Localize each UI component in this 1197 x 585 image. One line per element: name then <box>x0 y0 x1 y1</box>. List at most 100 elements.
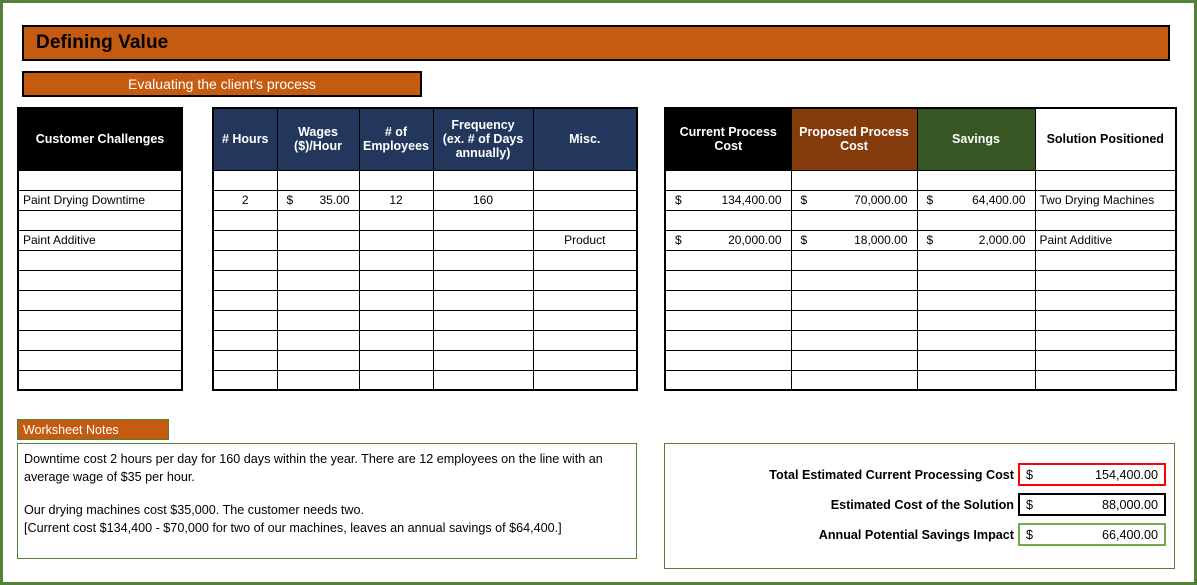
cell-misc[interactable] <box>532 169 638 191</box>
cell-wages[interactable] <box>276 309 360 331</box>
cell-hours[interactable]: 2 <box>212 189 278 211</box>
cell-current-cost[interactable] <box>664 269 792 291</box>
cell-proposed-cost[interactable] <box>790 349 918 371</box>
cell-wages[interactable] <box>276 369 360 391</box>
cell-misc[interactable] <box>532 309 638 331</box>
cell-employees[interactable] <box>358 309 434 331</box>
cell-savings[interactable] <box>916 249 1036 271</box>
challenge-cell[interactable] <box>17 349 183 371</box>
cell-hours[interactable] <box>212 349 278 371</box>
cell-current-cost[interactable] <box>664 309 792 331</box>
challenge-cell[interactable] <box>17 329 183 351</box>
cell-hours[interactable] <box>212 169 278 191</box>
cell-proposed-cost[interactable] <box>790 269 918 291</box>
cell-wages[interactable] <box>276 289 360 311</box>
cell-misc[interactable] <box>532 349 638 371</box>
cell-proposed-cost[interactable] <box>790 169 918 191</box>
cell-solution[interactable]: Two Drying Machines <box>1034 189 1177 211</box>
cell-savings[interactable] <box>916 289 1036 311</box>
challenge-cell[interactable] <box>17 169 183 191</box>
cell-wages[interactable]: $35.00 <box>276 189 360 211</box>
cell-savings[interactable] <box>916 309 1036 331</box>
cell-hours[interactable] <box>212 209 278 231</box>
cell-frequency[interactable] <box>432 369 534 391</box>
cell-hours[interactable] <box>212 229 278 251</box>
cell-savings[interactable] <box>916 169 1036 191</box>
cell-savings[interactable] <box>916 209 1036 231</box>
cell-current-cost[interactable] <box>664 289 792 311</box>
challenge-cell[interactable] <box>17 309 183 331</box>
cell-frequency[interactable] <box>432 249 534 271</box>
cell-employees[interactable] <box>358 249 434 271</box>
cell-solution[interactable] <box>1034 209 1177 231</box>
cell-proposed-cost[interactable] <box>790 369 918 391</box>
cell-solution[interactable] <box>1034 169 1177 191</box>
cell-hours[interactable] <box>212 329 278 351</box>
cell-misc[interactable] <box>532 289 638 311</box>
summary-value-total-current[interactable]: $ 154,400.00 <box>1018 463 1166 486</box>
cell-proposed-cost[interactable] <box>790 289 918 311</box>
cell-savings[interactable] <box>916 349 1036 371</box>
cell-frequency[interactable] <box>432 229 534 251</box>
cell-wages[interactable] <box>276 349 360 371</box>
cell-hours[interactable] <box>212 369 278 391</box>
cell-current-cost[interactable]: $20,000.00 <box>664 229 792 251</box>
cell-proposed-cost[interactable]: $18,000.00 <box>790 229 918 251</box>
cell-employees[interactable] <box>358 229 434 251</box>
cell-current-cost[interactable] <box>664 249 792 271</box>
cell-misc[interactable] <box>532 209 638 231</box>
cell-misc[interactable] <box>532 269 638 291</box>
cell-employees[interactable]: 12 <box>358 189 434 211</box>
cell-wages[interactable] <box>276 209 360 231</box>
cell-solution[interactable] <box>1034 349 1177 371</box>
cell-frequency[interactable]: 160 <box>432 189 534 211</box>
challenge-cell[interactable]: Paint Additive <box>17 229 183 251</box>
cell-hours[interactable] <box>212 309 278 331</box>
challenge-cell[interactable] <box>17 269 183 291</box>
cell-employees[interactable] <box>358 349 434 371</box>
cell-solution[interactable] <box>1034 309 1177 331</box>
cell-employees[interactable] <box>358 289 434 311</box>
worksheet-notes-box[interactable]: Downtime cost 2 hours per day for 160 da… <box>17 443 637 559</box>
cell-frequency[interactable] <box>432 329 534 351</box>
cell-current-cost[interactable]: $134,400.00 <box>664 189 792 211</box>
challenge-cell[interactable] <box>17 209 183 231</box>
cell-current-cost[interactable] <box>664 209 792 231</box>
cell-frequency[interactable] <box>432 349 534 371</box>
cell-savings[interactable] <box>916 269 1036 291</box>
summary-value-solution-cost[interactable]: $ 88,000.00 <box>1018 493 1166 516</box>
cell-current-cost[interactable] <box>664 369 792 391</box>
cell-wages[interactable] <box>276 169 360 191</box>
cell-hours[interactable] <box>212 269 278 291</box>
cell-misc[interactable] <box>532 249 638 271</box>
cell-employees[interactable] <box>358 369 434 391</box>
cell-wages[interactable] <box>276 269 360 291</box>
cell-wages[interactable] <box>276 229 360 251</box>
cell-misc[interactable] <box>532 329 638 351</box>
cell-hours[interactable] <box>212 289 278 311</box>
cell-savings[interactable]: $2,000.00 <box>916 229 1036 251</box>
cell-proposed-cost[interactable] <box>790 249 918 271</box>
cell-employees[interactable] <box>358 209 434 231</box>
cell-misc[interactable]: Product <box>532 229 638 251</box>
cell-frequency[interactable] <box>432 209 534 231</box>
cell-solution[interactable] <box>1034 289 1177 311</box>
challenge-cell[interactable] <box>17 369 183 391</box>
cell-solution[interactable] <box>1034 369 1177 391</box>
cell-solution[interactable] <box>1034 249 1177 271</box>
cell-proposed-cost[interactable] <box>790 209 918 231</box>
cell-solution[interactable] <box>1034 269 1177 291</box>
cell-hours[interactable] <box>212 249 278 271</box>
cell-frequency[interactable] <box>432 309 534 331</box>
cell-proposed-cost[interactable] <box>790 309 918 331</box>
cell-frequency[interactable] <box>432 269 534 291</box>
cell-current-cost[interactable] <box>664 169 792 191</box>
cell-wages[interactable] <box>276 249 360 271</box>
challenge-cell[interactable]: Paint Drying Downtime <box>17 189 183 211</box>
cell-wages[interactable] <box>276 329 360 351</box>
cell-employees[interactable] <box>358 329 434 351</box>
cell-current-cost[interactable] <box>664 329 792 351</box>
summary-value-savings-impact[interactable]: $ 66,400.00 <box>1018 523 1166 546</box>
challenge-cell[interactable] <box>17 249 183 271</box>
cell-frequency[interactable] <box>432 289 534 311</box>
